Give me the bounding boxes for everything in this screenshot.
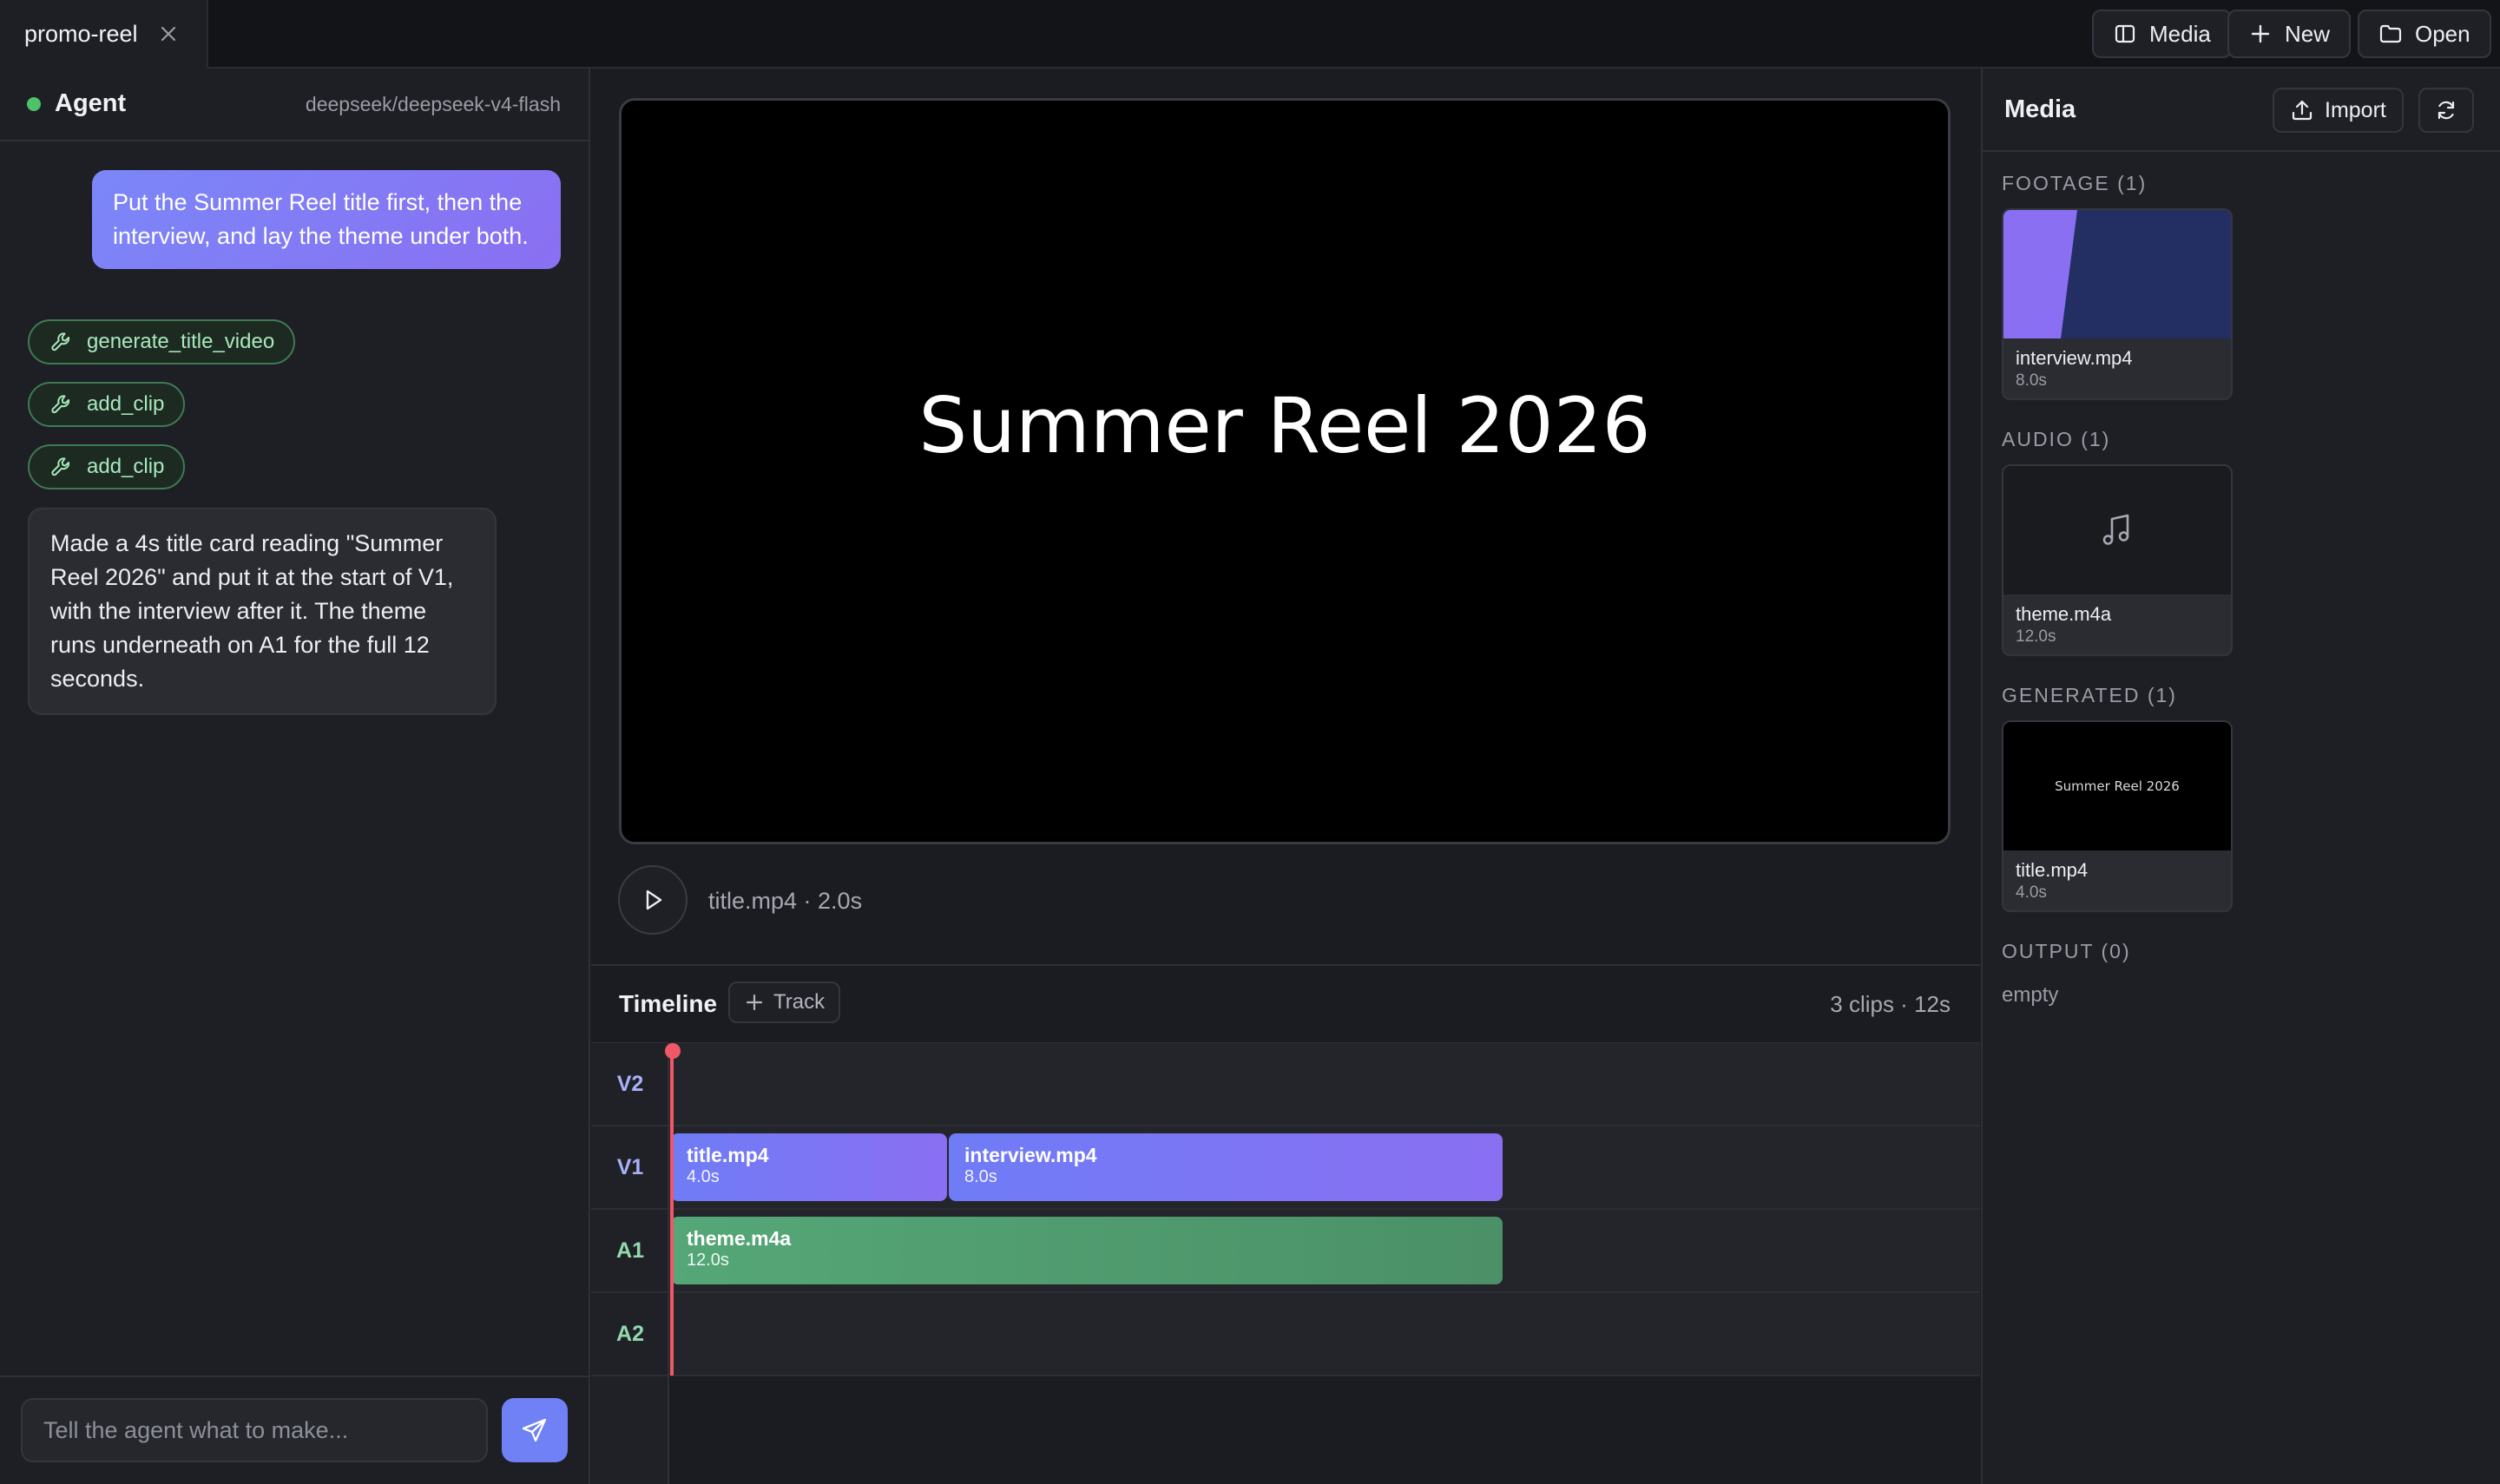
section-audio: AUDIO (1) bbox=[2002, 428, 2111, 450]
close-icon[interactable] bbox=[156, 22, 181, 46]
lane-a2: A2 bbox=[591, 1293, 1980, 1376]
media-card-theme[interactable]: theme.m4a 12.0s bbox=[2002, 464, 2233, 656]
section-output: OUTPUT (0) bbox=[2002, 940, 2131, 962]
tool-call-chip[interactable]: add_clip bbox=[28, 444, 186, 489]
plus-icon bbox=[2251, 24, 2270, 43]
send-button[interactable] bbox=[502, 1398, 568, 1462]
open-button-label: Open bbox=[2415, 20, 2470, 47]
folder-icon bbox=[2379, 24, 2402, 43]
media-item-duration: 4.0s bbox=[2016, 883, 2047, 902]
refresh-button[interactable] bbox=[2418, 88, 2474, 133]
send-icon bbox=[522, 1418, 547, 1442]
clip-duration: 8.0s bbox=[964, 1167, 997, 1186]
play-icon bbox=[646, 890, 662, 910]
audio-thumbnail bbox=[2003, 466, 2231, 594]
media-card-title[interactable]: Summer Reel 2026 title.mp4 4.0s bbox=[2002, 720, 2233, 912]
top-bar: promo-reel Media New Open bbox=[0, 0, 2500, 69]
lane-label: A2 bbox=[616, 1321, 644, 1346]
video-thumbnail: Summer Reel 2026 bbox=[2003, 722, 2231, 850]
agent-panel: Agent deepseek/deepseek-v4-flash bbox=[0, 69, 590, 1484]
preview-title-text: Summer Reel 2026 bbox=[918, 380, 1651, 470]
tool-call-label: add_clip bbox=[87, 455, 165, 478]
media-title: Media bbox=[2004, 95, 2076, 123]
video-thumbnail bbox=[2003, 210, 2231, 338]
prompt-input[interactable] bbox=[21, 1398, 488, 1462]
import-button[interactable]: Import bbox=[2273, 88, 2404, 133]
agent-title: Agent bbox=[55, 89, 127, 117]
lane-track-area[interactable] bbox=[669, 1043, 1980, 1125]
clip-duration: 12.0s bbox=[687, 1251, 729, 1270]
now-playing-label: title.mp4 · 2.0s bbox=[708, 888, 863, 914]
add-track-button[interactable]: Track bbox=[728, 982, 841, 1023]
tool-call-chip[interactable]: generate_title_video bbox=[28, 319, 296, 364]
wrench-icon bbox=[51, 457, 70, 476]
clip-theme[interactable]: theme.m4a 12.0s bbox=[671, 1217, 1503, 1284]
timeline-title: Timeline bbox=[619, 990, 718, 1017]
lane-v2: V2 bbox=[591, 1043, 1980, 1126]
output-empty-text: empty bbox=[2002, 983, 2059, 1007]
clip-interview[interactable]: interview.mp4 8.0s bbox=[949, 1133, 1503, 1201]
tool-call-label: generate_title_video bbox=[87, 330, 275, 353]
playhead-handle[interactable] bbox=[665, 1043, 681, 1059]
playhead[interactable] bbox=[670, 1046, 674, 1376]
tool-call-chip[interactable]: add_clip bbox=[28, 382, 186, 427]
panel-icon bbox=[2115, 24, 2135, 43]
plus-icon bbox=[746, 994, 763, 1011]
clip-name: title.mp4 bbox=[687, 1144, 769, 1166]
upload-icon bbox=[2292, 100, 2312, 121]
media-item-duration: 8.0s bbox=[2016, 371, 2047, 390]
add-track-label: Track bbox=[773, 990, 826, 1014]
media-card-interview[interactable]: interview.mp4 8.0s bbox=[2002, 208, 2233, 400]
wrench-icon bbox=[51, 332, 70, 351]
model-name: deepseek/deepseek-v4-flash bbox=[305, 93, 561, 115]
media-toggle-button[interactable]: Media bbox=[2092, 10, 2232, 58]
lane-track-area[interactable] bbox=[669, 1293, 1980, 1375]
media-item-duration: 12.0s bbox=[2016, 627, 2056, 646]
user-message: Put the Summer Reel title first, then th… bbox=[92, 170, 561, 269]
lane-label: A1 bbox=[616, 1238, 644, 1263]
agent-header: Agent deepseek/deepseek-v4-flash bbox=[0, 69, 589, 141]
lane-label: V1 bbox=[616, 1154, 644, 1179]
refresh-icon bbox=[2438, 101, 2455, 120]
clip-name: interview.mp4 bbox=[964, 1144, 1097, 1166]
wrench-icon bbox=[51, 395, 70, 414]
new-button-label: New bbox=[2285, 20, 2331, 47]
assistant-message: Made a 4s title card reading "Summer Ree… bbox=[28, 508, 497, 715]
timeline-summary: 3 clips · 12s bbox=[1830, 991, 1951, 1017]
open-button[interactable]: Open bbox=[2358, 10, 2491, 58]
lane-label: V2 bbox=[616, 1071, 644, 1096]
tab-label: promo-reel bbox=[24, 21, 138, 47]
clip-duration: 4.0s bbox=[687, 1167, 720, 1186]
play-button[interactable] bbox=[618, 865, 688, 935]
music-note-icon bbox=[2102, 514, 2129, 545]
thumbnail-text: Summer Reel 2026 bbox=[2055, 778, 2180, 794]
new-button[interactable]: New bbox=[2227, 10, 2352, 58]
status-indicator bbox=[27, 97, 41, 111]
media-button-label: Media bbox=[2149, 20, 2211, 47]
media-item-name: title.mp4 bbox=[2016, 859, 2089, 881]
clip-title[interactable]: title.mp4 4.0s bbox=[671, 1133, 947, 1201]
tool-call-label: add_clip bbox=[87, 392, 165, 416]
section-generated: GENERATED (1) bbox=[2002, 684, 2177, 706]
tab-promo-reel[interactable]: promo-reel bbox=[0, 0, 208, 69]
clip-name: theme.m4a bbox=[687, 1227, 792, 1250]
video-preview[interactable]: Summer Reel 2026 bbox=[619, 98, 1951, 844]
import-label: Import bbox=[2325, 97, 2386, 122]
media-item-name: interview.mp4 bbox=[2016, 347, 2133, 369]
section-footage: FOOTAGE (1) bbox=[2002, 172, 2148, 194]
media-item-name: theme.m4a bbox=[2016, 603, 2112, 625]
